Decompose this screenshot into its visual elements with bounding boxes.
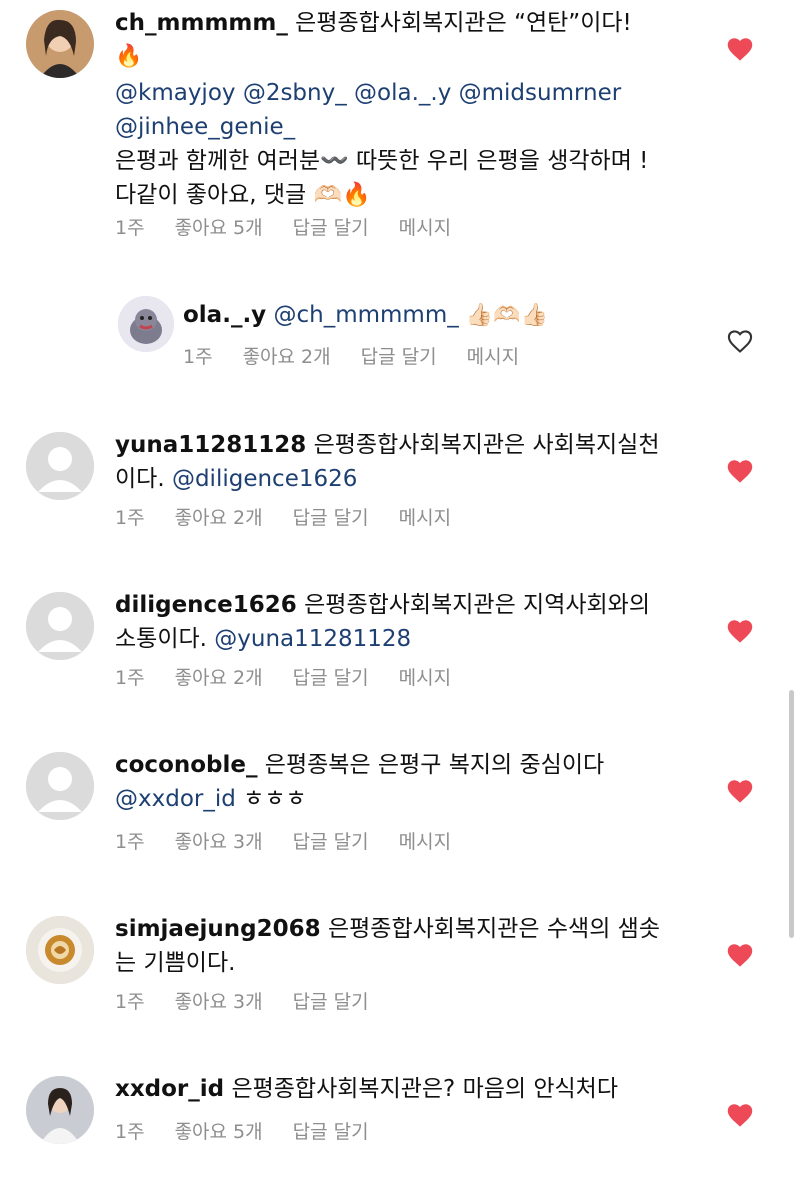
comment-meta: 1주 좋아요 5개 답글 달기 <box>115 1118 399 1146</box>
message-button[interactable]: 메시지 <box>399 504 451 532</box>
comment-body: diligence1626 은평종합사회복지관은 지역사회와의 소통이다. @y… <box>115 588 685 656</box>
reply-button[interactable]: 답글 달기 <box>293 828 369 856</box>
reply-button[interactable]: 답글 달기 <box>293 988 369 1016</box>
comment-line: diligence1626 은평종합사회복지관은 지역사회와의 <box>115 588 685 622</box>
comment-text: 다같이 좋아요, 댓글 🫶🏻🔥 <box>115 182 371 208</box>
username[interactable]: xxdor_id <box>115 1076 224 1102</box>
comment-text: 은평종합사회복지관은 수색의 샘솟 <box>320 916 660 942</box>
avatar[interactable] <box>26 10 94 78</box>
comment-text: ㅎㅎㅎ <box>235 786 307 812</box>
comment-text: 소통이다. <box>115 626 215 652</box>
username[interactable]: diligence1626 <box>115 592 297 618</box>
reply-button[interactable]: 답글 달기 <box>361 343 437 371</box>
like-count[interactable]: 좋아요 3개 <box>175 828 263 856</box>
comment-body: ola._.y @ch_mmmmm_ 👍🏻🫶🏻👍🏻 <box>183 298 753 333</box>
like-count[interactable]: 좋아요 2개 <box>243 343 331 371</box>
timestamp: 1주 <box>183 346 213 368</box>
timestamp: 1주 <box>115 217 145 239</box>
mention-link[interactable]: @xxdor_id <box>115 786 236 812</box>
like-count[interactable]: 좋아요 2개 <box>175 504 263 532</box>
message-button[interactable]: 메시지 <box>399 664 451 692</box>
comment-line: 이다. @diligence1626 <box>115 462 685 496</box>
mention-links[interactable]: @jinhee_genie_ <box>115 110 685 144</box>
comment-text: 은평종복은 은평구 복지의 중심이다 <box>257 752 605 778</box>
comment-text: 은평종합사회복지관은 지역사회와의 <box>296 592 650 618</box>
comment-body: yuna11281128 은평종합사회복지관은 사회복지실천 이다. @dili… <box>115 428 685 496</box>
comment-line: xxdor_id 은평종합사회복지관은? 마음의 안식처다 <box>115 1072 685 1106</box>
message-button[interactable]: 메시지 <box>467 343 519 371</box>
comment-meta: 1주 좋아요 2개 답글 달기 메시지 <box>115 664 481 692</box>
comment-body: xxdor_id 은평종합사회복지관은? 마음의 안식처다 <box>115 1072 685 1106</box>
heart-filled-icon[interactable] <box>726 778 754 804</box>
comment-body: coconoble_ 은평종복은 은평구 복지의 중심이다 @xxdor_id … <box>115 748 685 816</box>
reply-button[interactable]: 답글 달기 <box>293 214 369 242</box>
heart-filled-icon[interactable] <box>726 942 754 968</box>
mention-links[interactable]: @kmayjoy @2sbny_ @ola._.y @midsumrner <box>115 76 685 110</box>
heart-outline-icon[interactable] <box>726 328 754 354</box>
comment-line: 소통이다. @yuna11281128 <box>115 622 685 656</box>
comment-line: yuna11281128 은평종합사회복지관은 사회복지실천 <box>115 428 685 462</box>
scrollbar[interactable] <box>789 690 794 938</box>
comment-text: 은평종합사회복지관은 사회복지실천 <box>306 432 660 458</box>
comment-meta: 1주 좋아요 2개 답글 달기 메시지 <box>183 343 549 371</box>
avatar[interactable] <box>26 1076 94 1144</box>
mention-link[interactable]: @diligence1626 <box>172 466 357 492</box>
message-button[interactable]: 메시지 <box>399 828 451 856</box>
timestamp: 1주 <box>115 991 145 1013</box>
reply-button[interactable]: 답글 달기 <box>293 1118 369 1146</box>
comment-text: 👍🏻🫶🏻👍🏻 <box>458 303 548 328</box>
timestamp: 1주 <box>115 1121 145 1143</box>
comment-text: 은평종합사회복지관은 “연탄”이다! <box>287 10 632 36</box>
heart-filled-icon[interactable] <box>726 1102 754 1128</box>
comment-meta: 1주 좋아요 2개 답글 달기 메시지 <box>115 504 481 532</box>
timestamp: 1주 <box>115 831 145 853</box>
username[interactable]: ch_mmmmm_ <box>115 10 288 36</box>
comment-line: coconoble_ 은평종복은 은평구 복지의 중심이다 <box>115 748 685 782</box>
comment-text: 은평과 함께한 여러분〰️ 따뜻한 우리 은평을 생각하며 ! <box>115 148 649 174</box>
like-count[interactable]: 좋아요 3개 <box>175 988 263 1016</box>
reply-button[interactable]: 답글 달기 <box>293 504 369 532</box>
reply-button[interactable]: 답글 달기 <box>293 664 369 692</box>
mention-link[interactable]: @ch_mmmmm_ <box>266 302 458 328</box>
timestamp: 1주 <box>115 507 145 529</box>
avatar[interactable] <box>26 916 94 984</box>
comment-text: 은평종합사회복지관은? 마음의 안식처다 <box>224 1076 619 1102</box>
comment-meta: 1주 좋아요 3개 답글 달기 메시지 <box>115 828 481 856</box>
avatar[interactable] <box>118 296 174 352</box>
like-count[interactable]: 좋아요 5개 <box>175 214 263 242</box>
comment-line: simjaejung2068 은평종합사회복지관은 수색의 샘솟 <box>115 912 685 946</box>
heart-filled-icon[interactable] <box>726 618 754 644</box>
comment-line: ch_mmmmm_ 은평종합사회복지관은 “연탄”이다! <box>115 6 685 40</box>
like-count[interactable]: 좋아요 2개 <box>175 664 263 692</box>
username[interactable]: simjaejung2068 <box>115 916 321 942</box>
avatar[interactable] <box>26 752 94 820</box>
heart-filled-icon[interactable] <box>726 36 754 62</box>
avatar[interactable] <box>26 592 94 660</box>
username[interactable]: coconoble_ <box>115 752 258 778</box>
avatar[interactable] <box>26 432 94 500</box>
comment-body: simjaejung2068 은평종합사회복지관은 수색의 샘솟 는 기쁨이다. <box>115 912 685 980</box>
comment-text: 🔥 <box>115 44 143 69</box>
heart-filled-icon[interactable] <box>726 458 754 484</box>
comment-text: 는 기쁨이다. <box>115 950 236 976</box>
comment-text: 이다. <box>115 466 172 492</box>
comment-line: @xxdor_id ㅎㅎㅎ <box>115 782 685 816</box>
username[interactable]: yuna11281128 <box>115 432 306 458</box>
username[interactable]: ola._.y <box>183 302 266 328</box>
comment-meta: 1주 좋아요 3개 답글 달기 <box>115 988 399 1016</box>
like-count[interactable]: 좋아요 5개 <box>175 1118 263 1146</box>
mention-link[interactable]: @yuna11281128 <box>214 626 411 652</box>
comment-meta: 1주 좋아요 5개 답글 달기 메시지 <box>115 214 481 242</box>
comment-body: ch_mmmmm_ 은평종합사회복지관은 “연탄”이다! 🔥 @kmayjoy … <box>115 6 685 212</box>
message-button[interactable]: 메시지 <box>399 214 451 242</box>
timestamp: 1주 <box>115 667 145 689</box>
